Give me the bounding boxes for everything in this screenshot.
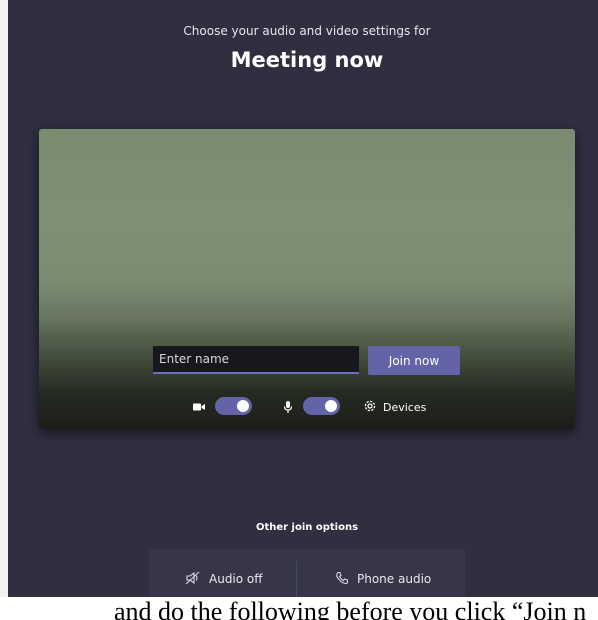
video-preview: Join now <box>39 129 575 429</box>
meeting-title: Meeting now <box>230 48 384 72</box>
microphone-toggle[interactable] <box>303 397 340 415</box>
devices-label: Devices <box>383 400 427 414</box>
phone-audio-option[interactable]: Phone audio <box>335 567 431 591</box>
audio-off-option[interactable]: Audio off <box>185 567 263 591</box>
audio-off-label: Audio off <box>209 572 263 586</box>
options-divider <box>296 561 297 597</box>
camera-toggle[interactable] <box>215 397 252 415</box>
join-now-button[interactable]: Join now <box>368 346 460 375</box>
phone-audio-label: Phone audio <box>357 572 432 586</box>
av-controls: Devices <box>39 395 575 419</box>
video-camera-icon <box>192 399 206 418</box>
settings-subtitle: Choose your audio and video settings for <box>183 24 431 38</box>
screenshot: Choose your audio and video settings for… <box>0 0 598 620</box>
devices-button[interactable]: Devices <box>363 395 426 419</box>
gear-icon <box>363 398 377 417</box>
phone-icon <box>335 571 349 588</box>
microphone-icon <box>282 399 294 418</box>
other-join-options-heading: Other join options <box>255 522 359 533</box>
speaker-off-icon <box>185 571 201 588</box>
meeting-prejoin-screen: Choose your audio and video settings for… <box>8 0 598 620</box>
document-caption-text: and do the following before you click “J… <box>0 597 598 620</box>
name-input[interactable] <box>153 346 359 374</box>
